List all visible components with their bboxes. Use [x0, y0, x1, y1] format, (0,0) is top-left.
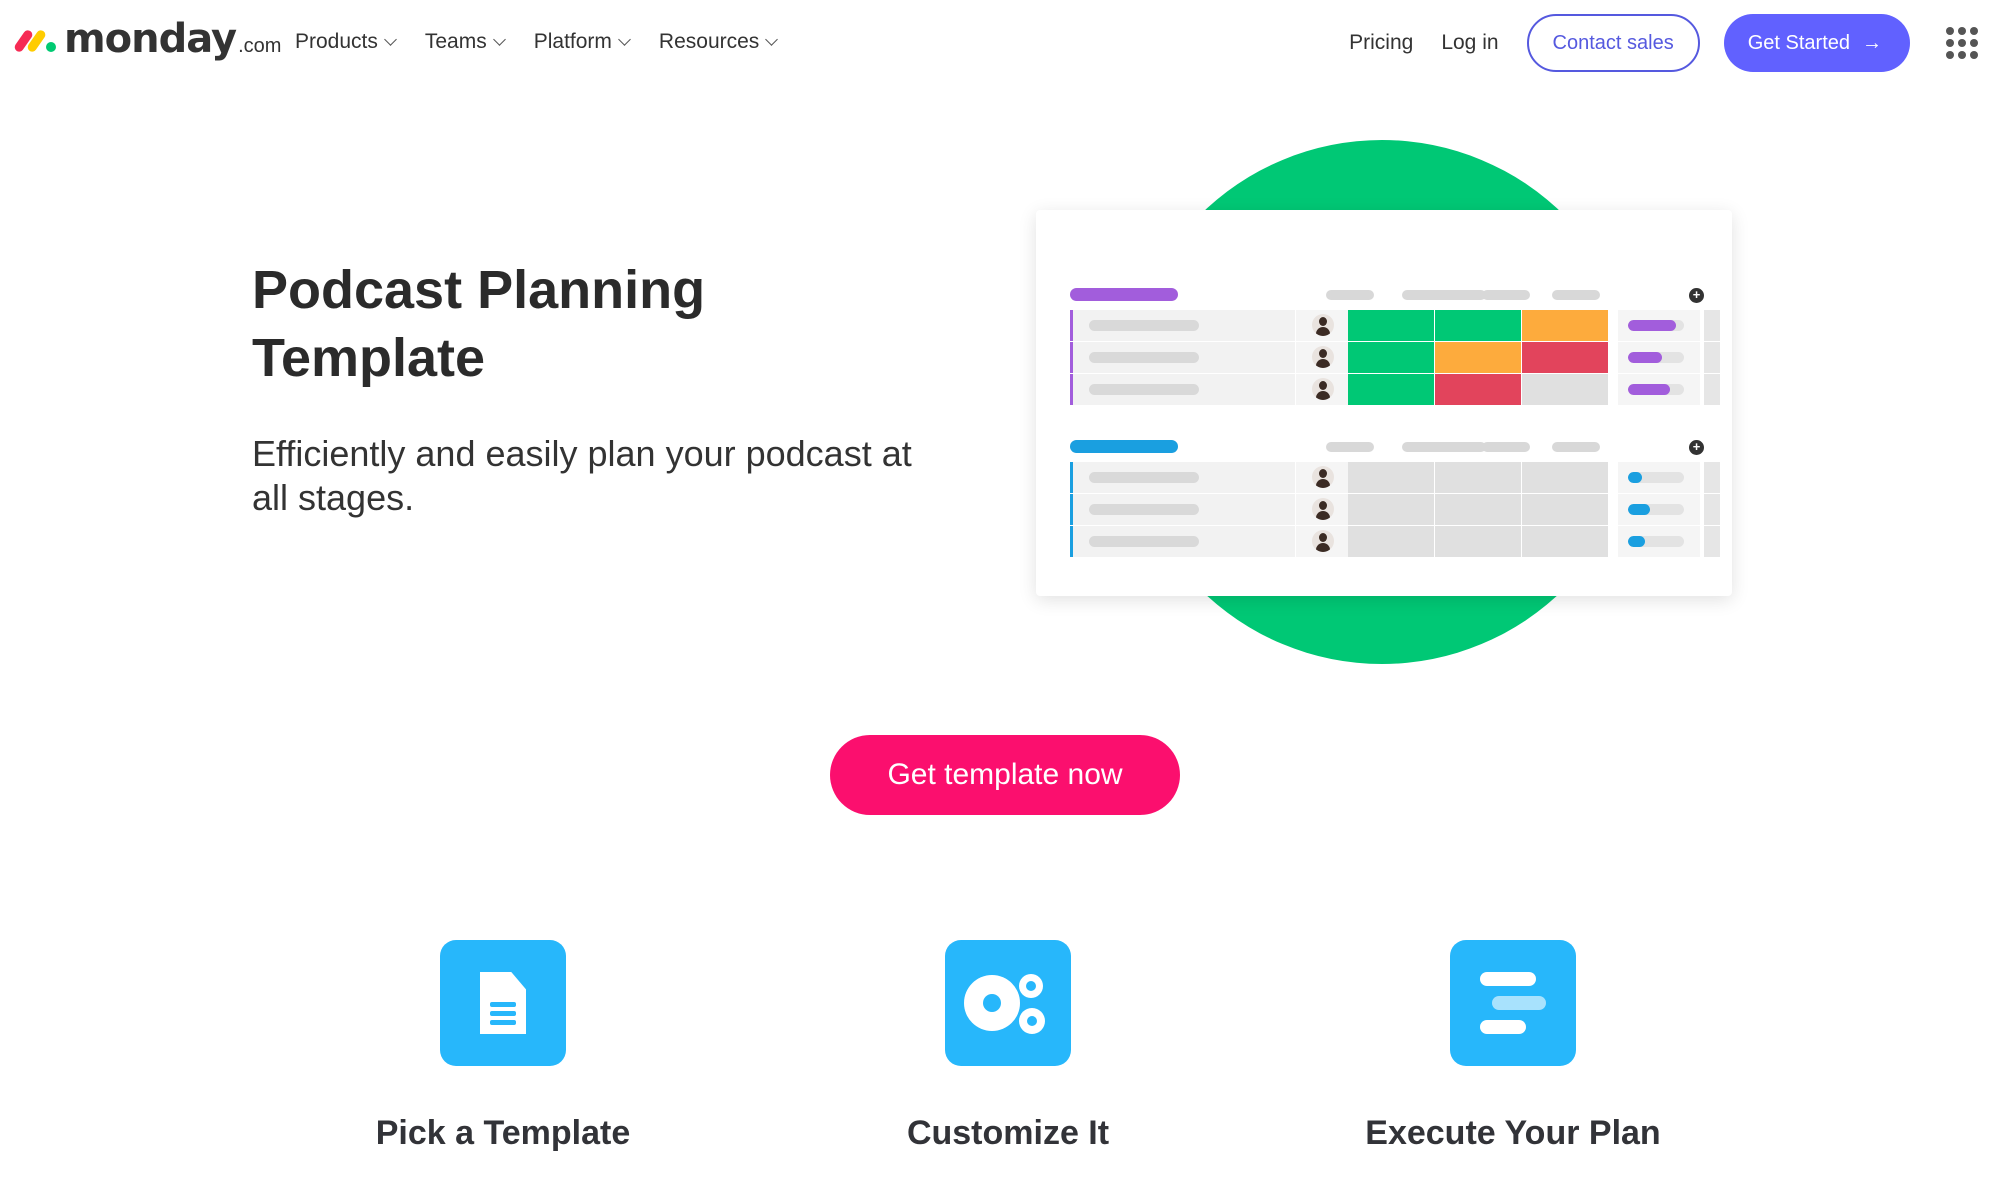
board-row	[1070, 374, 1720, 405]
nav-platform[interactable]: Platform	[533, 24, 631, 60]
nav-teams[interactable]: Teams	[424, 24, 506, 60]
contact-sales-button[interactable]: Contact sales	[1526, 14, 1700, 72]
step-execute-plan: Execute Your Plan	[1313, 940, 1713, 1153]
add-column-icon: +	[1689, 288, 1704, 303]
status-cell	[1522, 462, 1608, 493]
board-column-header	[1552, 442, 1600, 452]
board-column-header	[1482, 290, 1530, 300]
avatar	[1312, 466, 1334, 488]
progress-cell	[1618, 374, 1700, 405]
board-column-header	[1326, 442, 1374, 452]
status-cell	[1348, 526, 1434, 557]
main-nav: Products Teams Platform Resources	[295, 24, 806, 60]
progress-cell	[1618, 526, 1700, 557]
progress-cell	[1618, 462, 1700, 493]
step-title: Execute Your Plan	[1365, 1114, 1661, 1152]
apps-grid-icon[interactable]	[1946, 27, 1978, 59]
top-navigation: monday .com Products Teams Platform Reso…	[0, 0, 2000, 84]
board-row	[1070, 494, 1720, 525]
arrow-right-icon: →	[1862, 31, 1882, 54]
get-template-button[interactable]: Get template now	[830, 735, 1180, 815]
nav-products[interactable]: Products	[295, 24, 397, 60]
step-title: Customize It	[906, 1114, 1110, 1152]
add-column-icon: +	[1689, 440, 1704, 455]
board-row	[1070, 526, 1720, 557]
chevron-down-icon	[618, 33, 631, 46]
plan-bars-icon	[1450, 940, 1576, 1066]
progress-cell	[1618, 310, 1700, 341]
contact-sales-label: Contact sales	[1552, 31, 1674, 54]
status-cell	[1435, 494, 1521, 525]
board-group-header: +	[1036, 440, 1732, 455]
nav-platform-label: Platform	[533, 30, 612, 53]
avatar	[1312, 530, 1334, 552]
progress-cell	[1618, 342, 1700, 373]
chevron-down-icon	[384, 33, 397, 46]
nav-teams-label: Teams	[424, 30, 487, 53]
chevron-down-icon	[765, 33, 779, 46]
avatar	[1312, 498, 1334, 520]
document-icon	[440, 940, 566, 1066]
status-cell	[1348, 342, 1434, 373]
board-column-header	[1326, 290, 1374, 300]
get-started-label: Get Started	[1747, 31, 1850, 54]
monday-logo[interactable]: monday .com	[12, 14, 282, 64]
status-cell	[1348, 374, 1434, 405]
board-column-header	[1402, 442, 1486, 452]
step-pick-template: Pick a Template	[303, 940, 703, 1153]
status-cell	[1435, 310, 1521, 341]
status-cell	[1522, 310, 1608, 341]
status-cell	[1522, 494, 1608, 525]
avatar	[1312, 314, 1334, 336]
logo-tld: .com	[238, 34, 282, 57]
avatar	[1312, 346, 1334, 368]
get-started-button[interactable]: Get Started →	[1723, 14, 1910, 72]
nav-resources[interactable]: Resources	[658, 24, 779, 60]
avatar	[1312, 378, 1334, 400]
header-actions: Pricing Log in Contact sales Get Started…	[1349, 14, 2000, 72]
board-row	[1070, 342, 1720, 373]
board-group-title-pill	[1070, 440, 1178, 453]
hero-subtitle: Efficiently and easily plan your podcast…	[252, 433, 912, 518]
board-row	[1070, 462, 1720, 493]
board-group-header: +	[1036, 288, 1732, 303]
status-cell	[1348, 310, 1434, 341]
board-column-header	[1402, 290, 1486, 300]
gears-icon	[945, 940, 1071, 1066]
status-cell	[1522, 526, 1608, 557]
board-column-header	[1482, 442, 1530, 452]
pricing-link[interactable]: Pricing	[1349, 31, 1413, 55]
chevron-down-icon	[492, 33, 506, 46]
login-link[interactable]: Log in	[1441, 31, 1498, 55]
step-title: Pick a Template	[375, 1114, 631, 1152]
nav-products-label: Products	[295, 30, 378, 53]
status-cell	[1522, 342, 1608, 373]
board-group-title-pill	[1070, 288, 1178, 301]
status-cell	[1522, 374, 1608, 405]
logo-wordmark: monday	[64, 16, 237, 62]
status-cell	[1435, 374, 1521, 405]
monday-logo-icon	[12, 24, 58, 54]
board-preview-illustration: + +	[1036, 210, 1732, 596]
board-row	[1070, 310, 1720, 341]
status-cell	[1348, 494, 1434, 525]
nav-resources-label: Resources	[658, 30, 760, 53]
status-cell	[1435, 526, 1521, 557]
status-cell	[1435, 342, 1521, 373]
page-title: Podcast Planning Template	[252, 260, 706, 388]
step-customize: Customize It	[808, 940, 1208, 1153]
status-cell	[1435, 462, 1521, 493]
status-cell	[1348, 462, 1434, 493]
get-template-label: Get template now	[887, 758, 1123, 791]
board-column-header	[1552, 290, 1600, 300]
progress-cell	[1618, 494, 1700, 525]
